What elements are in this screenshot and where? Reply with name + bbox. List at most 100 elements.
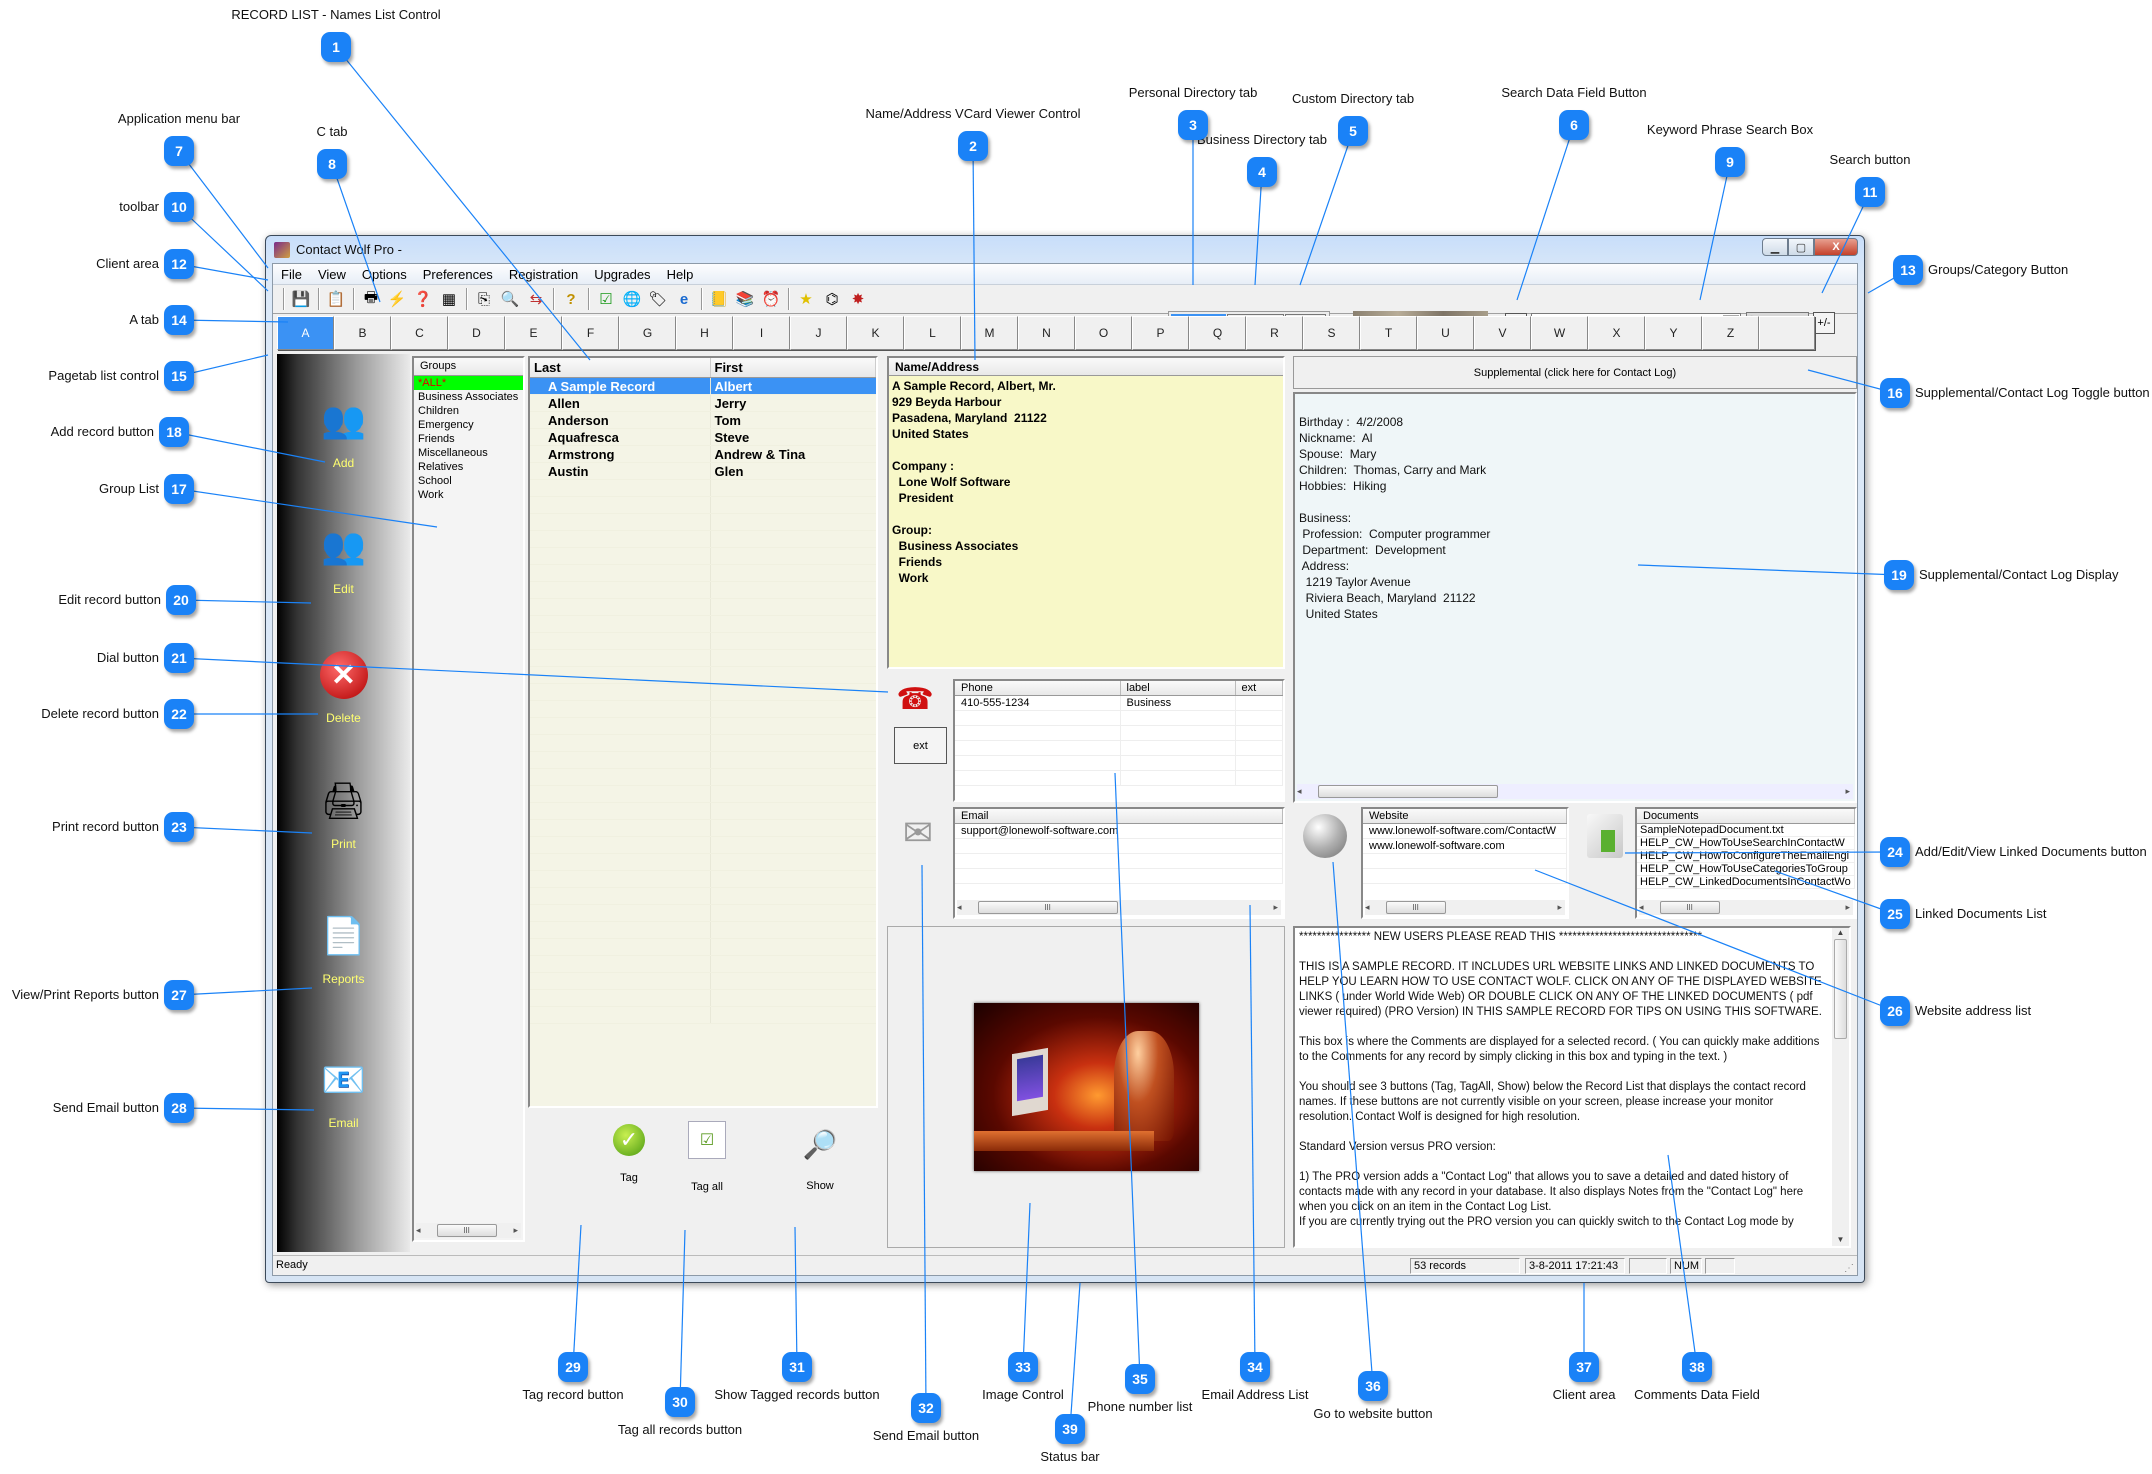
group-item[interactable]: Children bbox=[414, 404, 523, 418]
email-row[interactable] bbox=[955, 838, 1283, 854]
scroll-thumb[interactable] bbox=[1834, 939, 1847, 1039]
record-row[interactable] bbox=[530, 666, 876, 684]
page-tab-e[interactable]: E bbox=[505, 316, 562, 350]
print-help-icon[interactable]: ❓ bbox=[412, 288, 434, 310]
phone-row[interactable]: 410-555-1234 Business bbox=[955, 695, 1283, 711]
record-row[interactable] bbox=[530, 632, 876, 650]
scroll-thumb[interactable]: III bbox=[1659, 901, 1720, 914]
groups-category-button[interactable]: +/- bbox=[1813, 312, 1835, 334]
save-icon[interactable]: 💾 bbox=[290, 288, 312, 310]
page-tab-f[interactable]: F bbox=[562, 316, 619, 350]
send-email-sidebar-button[interactable]: 📧 Email bbox=[277, 1056, 410, 1130]
page-tab-p[interactable]: P bbox=[1132, 316, 1189, 350]
go-to-website-button[interactable] bbox=[1303, 814, 1347, 858]
scroll-right-icon[interactable]: ▸ bbox=[513, 1225, 518, 1236]
internet-explorer-icon[interactable]: e bbox=[673, 288, 695, 310]
print-icon[interactable]: 🖶 bbox=[360, 288, 382, 310]
page-tab-l[interactable]: L bbox=[904, 316, 961, 350]
email-row[interactable] bbox=[955, 868, 1283, 884]
minimize-button[interactable]: ▁ bbox=[1762, 238, 1788, 256]
binoculars-icon[interactable]: ⌬ bbox=[821, 288, 843, 310]
record-row[interactable] bbox=[530, 734, 876, 752]
documents-horizontal-scrollbar[interactable]: ◂ III ▸ bbox=[1639, 900, 1853, 915]
phone-row[interactable] bbox=[955, 740, 1283, 756]
page-tab-k[interactable]: K bbox=[847, 316, 904, 350]
record-row[interactable] bbox=[530, 598, 876, 616]
notebook-icon[interactable]: 📒 bbox=[708, 288, 730, 310]
page-tab-v[interactable]: V bbox=[1474, 316, 1531, 350]
scroll-right-icon[interactable]: ▸ bbox=[1845, 902, 1850, 913]
document-row[interactable]: HELP_CW_LinkedDocumentsInContactWo bbox=[1637, 875, 1855, 889]
record-row[interactable] bbox=[530, 513, 876, 531]
record-row[interactable] bbox=[530, 615, 876, 633]
page-tab-m[interactable]: M bbox=[961, 316, 1018, 350]
tag-record-button[interactable]: ✓ Tag bbox=[613, 1124, 645, 1184]
globe-icon[interactable]: 🌐 bbox=[621, 288, 643, 310]
alarm-clock-icon[interactable]: ⏰ bbox=[760, 288, 782, 310]
record-row[interactable] bbox=[530, 955, 876, 973]
resize-grip-icon[interactable]: ⋰ bbox=[1844, 1263, 1854, 1274]
document-row[interactable]: SampleNotepadDocument.txt bbox=[1637, 823, 1855, 837]
favorites-star-icon[interactable]: ★ bbox=[795, 288, 817, 310]
record-row[interactable]: Austin Glen bbox=[530, 462, 876, 480]
page-tab-q[interactable]: Q bbox=[1189, 316, 1246, 350]
page-tab-c[interactable]: C bbox=[391, 316, 448, 350]
show-tagged-button[interactable]: 🔎 Show bbox=[800, 1124, 840, 1193]
column-first[interactable]: First bbox=[710, 358, 876, 378]
group-item[interactable]: Business Associates bbox=[414, 390, 523, 404]
column-email[interactable]: Email bbox=[955, 809, 1283, 824]
menu-view[interactable]: View bbox=[310, 267, 354, 282]
column-website[interactable]: Website bbox=[1363, 809, 1567, 824]
email-horizontal-scrollbar[interactable]: ◂ III ▸ bbox=[957, 900, 1281, 915]
page-tab-z[interactable]: Z bbox=[1702, 316, 1759, 350]
page-tab-j[interactable]: J bbox=[790, 316, 847, 350]
scroll-left-icon[interactable]: ◂ bbox=[957, 902, 962, 913]
image-control[interactable] bbox=[887, 926, 1285, 1248]
page-tab-r[interactable]: R bbox=[1246, 316, 1303, 350]
group-item[interactable]: Emergency bbox=[414, 418, 523, 432]
folder-check-icon[interactable]: ☑ bbox=[595, 288, 617, 310]
scroll-down-icon[interactable]: ▼ bbox=[1832, 1235, 1849, 1244]
group-item[interactable]: Miscellaneous bbox=[414, 446, 523, 460]
group-item[interactable]: *ALL* bbox=[414, 376, 523, 390]
wolf-logo-icon[interactable]: ✸ bbox=[847, 288, 869, 310]
linked-documents-list[interactable]: Documents SampleNotepadDocument.txt HELP_… bbox=[1635, 807, 1857, 919]
record-row[interactable] bbox=[530, 768, 876, 786]
scroll-thumb[interactable]: III bbox=[1385, 901, 1446, 914]
scroll-up-icon[interactable]: ▲ bbox=[1832, 928, 1849, 937]
tag-all-button[interactable]: ☑ Tag all bbox=[688, 1121, 726, 1193]
record-row[interactable] bbox=[530, 989, 876, 1007]
website-address-list[interactable]: Website www.lonewolf-software.com/Contac… bbox=[1361, 807, 1569, 919]
scroll-thumb[interactable] bbox=[1317, 785, 1498, 798]
record-row[interactable] bbox=[530, 479, 876, 497]
record-row[interactable] bbox=[530, 751, 876, 769]
menu-help[interactable]: Help bbox=[659, 267, 702, 282]
comments-vertical-scrollbar[interactable]: ▲ ▼ bbox=[1832, 928, 1849, 1246]
scroll-left-icon[interactable]: ◂ bbox=[1297, 786, 1302, 797]
add-record-button[interactable]: 👥 Add bbox=[277, 396, 410, 470]
record-row[interactable] bbox=[530, 717, 876, 735]
record-row[interactable]: Aquafresca Steve bbox=[530, 428, 876, 446]
close-button[interactable]: X bbox=[1814, 238, 1858, 256]
menu-upgrades[interactable]: Upgrades bbox=[586, 267, 658, 282]
group-item[interactable]: Relatives bbox=[414, 460, 523, 474]
record-row[interactable] bbox=[530, 581, 876, 599]
phone-row[interactable] bbox=[955, 725, 1283, 741]
record-row[interactable]: A Sample Record Albert bbox=[530, 377, 876, 395]
email-address-list[interactable]: Email support@lonewolf-software.com ◂ II… bbox=[953, 807, 1285, 919]
help-icon[interactable]: ? bbox=[560, 288, 582, 310]
delete-record-button[interactable]: ✕ Delete bbox=[277, 651, 410, 725]
group-item[interactable]: Friends bbox=[414, 432, 523, 446]
record-row[interactable]: Armstrong Andrew & Tina bbox=[530, 445, 876, 463]
scroll-thumb[interactable]: III bbox=[977, 901, 1118, 914]
comments-field[interactable]: **************** NEW USERS PLEASE READ T… bbox=[1293, 926, 1851, 1248]
copy-icon[interactable]: ⎘ bbox=[473, 288, 495, 310]
dial-button[interactable]: ☎ bbox=[895, 682, 935, 716]
record-row[interactable]: Anderson Tom bbox=[530, 411, 876, 429]
scroll-left-icon[interactable]: ◂ bbox=[416, 1225, 421, 1236]
find-icon[interactable]: 🔍 bbox=[499, 288, 521, 310]
print-envelope-icon[interactable]: ⚡ bbox=[386, 288, 408, 310]
page-tab-t[interactable]: T bbox=[1360, 316, 1417, 350]
record-row[interactable] bbox=[530, 547, 876, 565]
view-print-reports-button[interactable]: 📄 Reports bbox=[277, 912, 410, 986]
